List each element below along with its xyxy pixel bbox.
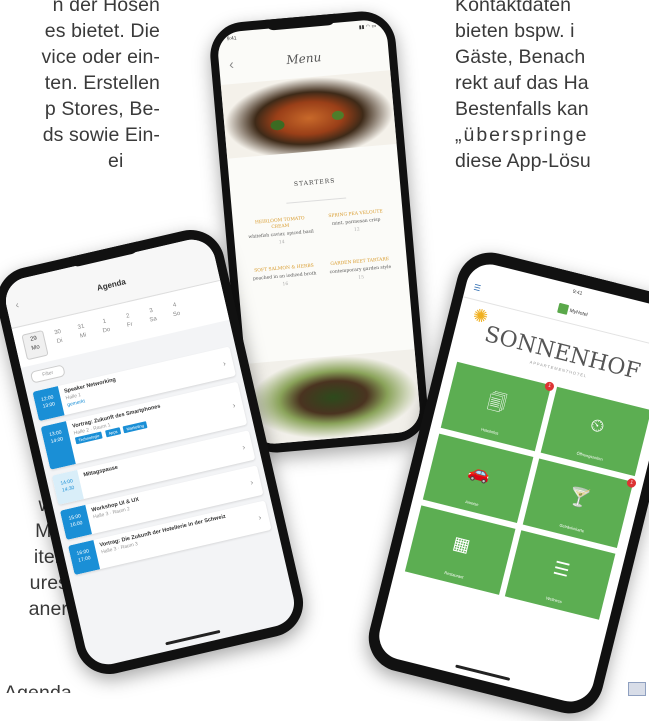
text-line: n der Hosen: [52, 0, 160, 16]
notification-badge: 1: [626, 477, 637, 489]
list-icon: ☰: [551, 557, 572, 581]
divider: [286, 197, 347, 204]
dish-grid: HEIRLOOM TOMATO CREAM whitefish caviar, …: [233, 208, 408, 293]
article-text-bottom: Agenda: [4, 682, 72, 693]
text-line: ds sowie Ein-: [42, 124, 160, 146]
tile-wellness[interactable]: ☰ Wellness: [504, 530, 616, 620]
text-line: p Stores, Be-: [44, 98, 160, 120]
herb-garnish: [331, 110, 345, 121]
dish-item[interactable]: GARDEN BEET TARTARE contemporary garden …: [327, 257, 395, 285]
text-line: diese App-Lösu: [455, 150, 591, 172]
restaurant-logo: Menu: [285, 50, 322, 68]
dish-photo-bottom: [245, 349, 422, 446]
notification-badge: 1: [544, 380, 555, 392]
dish-photo: [220, 70, 397, 159]
clock-icon: ⏲: [588, 414, 607, 437]
drink-icon: 🍸: [566, 484, 593, 510]
brand-logo-icon: [556, 302, 570, 315]
day-tab[interactable]: 3 Sa: [140, 303, 165, 331]
text-line: ten. Erstellen: [44, 72, 160, 94]
text-line: aner: [28, 598, 68, 620]
agenda-list: 12:00 13:00 Speaker Networking Halle 1 ge…: [26, 343, 279, 584]
section-title: STARTERS: [293, 177, 336, 188]
dish-item[interactable]: SPRING PEA VELOUTE mint, parmesan crisp …: [322, 209, 390, 243]
article-text-left-top: n der Hosen es bietet. Die vice oder ein…: [0, 0, 160, 174]
text-line: Gäste, Benach: [455, 46, 586, 68]
page-corner-icon: [628, 682, 646, 696]
article-text-right-top: Kontaktdaten bieten bspw. i Gäste, Benac…: [455, 0, 591, 174]
text-line: Bestenfalls kan: [455, 98, 589, 120]
text-line: es bietet. Die: [44, 20, 160, 42]
tile-restaurant[interactable]: ▦ Restaurant: [404, 505, 516, 595]
day-tab[interactable]: 29 Mo: [21, 329, 49, 361]
text-line: ei: [108, 150, 124, 172]
day-tab[interactable]: 1 Do: [93, 314, 118, 342]
tile-label: Wellness: [545, 595, 563, 605]
text-line: ures: [29, 572, 68, 594]
day-tab[interactable]: 30 Di: [47, 325, 72, 353]
text-line: vice oder ein-: [41, 46, 160, 68]
status-time: 9:41: [226, 35, 237, 43]
filter-button[interactable]: Filter: [29, 364, 66, 384]
herb-garnish: [270, 119, 285, 131]
text-line: „überspringe: [455, 124, 589, 146]
day-tab[interactable]: 31 Mi: [70, 319, 95, 347]
car-icon: 🚗: [466, 460, 493, 485]
home-indicator: [165, 629, 221, 646]
text-line: bieten bspw. i: [455, 20, 575, 42]
item-title: Mittagspause: [82, 464, 119, 479]
feature-grid: 1 🗐 Hotelinfos ⏲ Öffnungszeiten 🚗 Anreis…: [393, 352, 649, 630]
tile-label: Restaurant: [443, 570, 465, 580]
calendar-icon: ▦: [450, 532, 473, 557]
day-tab[interactable]: 4 So: [164, 298, 189, 326]
text-line: Kontaktdaten: [455, 0, 572, 16]
home-indicator: [455, 664, 511, 681]
day-tab[interactable]: 2 Fr: [117, 308, 142, 336]
text-line: rekt auf das Ha: [455, 72, 589, 94]
dish-item[interactable]: HEIRLOOM TOMATO CREAM whitefish caviar, …: [247, 216, 315, 250]
dish-item[interactable]: SOFT SALMON & HERBS poached in an iodize…: [251, 263, 319, 291]
